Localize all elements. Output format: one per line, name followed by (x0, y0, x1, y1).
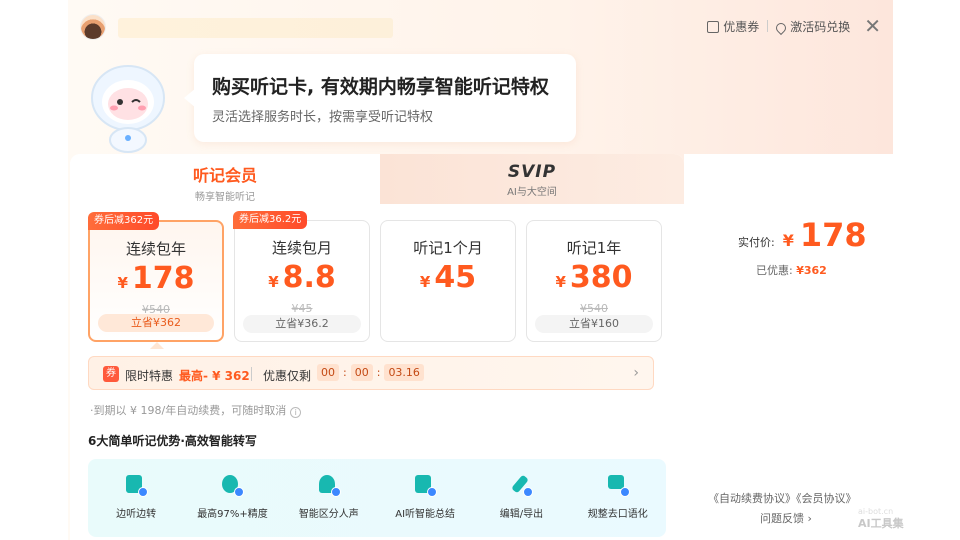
top-bar: 优惠券 激活码兑换 ✕ (68, 0, 893, 52)
feature-item: 智能区分人声 (281, 459, 377, 537)
plan-price: ¥45 (419, 260, 477, 295)
headline-bubble: 购买听记卡, 有效期内畅享智能听记特权 灵活选择服务时长，按需享受听记特权 (184, 54, 576, 142)
feature-item: AI听智能总结 (377, 459, 473, 537)
original-price: ¥540 (580, 302, 608, 315)
savings-label: 立省¥362 (98, 314, 214, 332)
plan-card-yearly-auto[interactable]: 券后减362元 连续包年 ¥178 ¥540 立省¥362 (88, 212, 224, 342)
auto-renew-note: ·到期以 ¥ 198/年自动续费，可随时取消 i (90, 402, 302, 418)
tab-tingji-member[interactable]: 听记会员 畅享智能听记 (70, 154, 380, 208)
plan-card-monthly-auto[interactable]: 券后减36.2元 连续包月 ¥8.8 ¥45 立省¥36.2 (233, 211, 370, 342)
payment-summary: 实付价: ¥ 178 已优惠: ¥362 《自动续费协议》《会员协议》 问题反馈… (684, 154, 893, 540)
purchase-dialog: 优惠券 激活码兑换 ✕ 购买听记卡, 有效期内畅享智能听记特权 灵活选择服务时长… (68, 0, 893, 540)
plan-price: ¥8.8 (268, 260, 336, 295)
info-icon[interactable]: i (290, 407, 302, 418)
feature-item: 规整去口语化 (570, 459, 666, 537)
close-icon[interactable]: ✕ (864, 16, 881, 36)
plan-card-one-year[interactable]: 听记1年 ¥380 ¥540 立省¥160 (526, 220, 662, 342)
limited-offer-banner[interactable]: 券 限时特惠 最高- ¥ 362 优惠仅剩 00 : 00 : 03.16 › (88, 356, 654, 390)
plan-price: ¥178 (117, 261, 195, 296)
pointer-arrow (150, 342, 164, 349)
feature-item: 编辑/导出 (473, 459, 569, 537)
screen: 优惠券 激活码兑换 ✕ 购买听记卡, 有效期内畅享智能听记特权 灵活选择服务时长… (0, 0, 960, 540)
record-icon (124, 473, 149, 497)
headline-subtitle: 灵活选择服务时长，按需享受听记特权 (212, 110, 434, 125)
discount-amount: 已优惠: ¥362 (756, 264, 827, 277)
text-icon (606, 473, 630, 497)
blurred-username (118, 18, 393, 38)
feature-item: 边听边转 (88, 459, 184, 537)
feature-item: 最高97%+精度 (184, 459, 280, 537)
chevron-right-icon: › (633, 365, 639, 381)
redeem-code-link[interactable]: 激活码兑换 (774, 18, 850, 35)
coupon-icon (707, 20, 720, 33)
agreement-links[interactable]: 《自动续费协议》《会员协议》 (708, 490, 857, 506)
edit-icon (509, 473, 534, 497)
savings-label: 立省¥160 (535, 315, 653, 333)
diamond-icon (774, 20, 789, 35)
divider (767, 20, 769, 32)
coupon-link[interactable]: 优惠券 (707, 18, 759, 35)
coupon-badge-icon: 券 (103, 366, 119, 382)
plan-panel: SVIP AI与大空间 听记会员 畅享智能听记 券后减362元 连续包年 ¥17… (70, 154, 684, 540)
feedback-link[interactable]: 问题反馈 › (760, 510, 812, 526)
plan-list: 券后减362元 连续包年 ¥178 ¥540 立省¥362 券后减36.2元 连… (86, 211, 666, 342)
plan-price: ¥380 (555, 260, 633, 295)
plan-card-one-month[interactable]: 听记1个月 ¥45 (380, 220, 516, 342)
top-links: 优惠券 激活码兑换 ✕ (707, 16, 881, 36)
paid-price: 实付价: ¥ 178 (738, 216, 867, 254)
ai-doc-icon (413, 473, 438, 497)
target-icon (220, 473, 245, 497)
advantages-title: 6大简单听记优势·高效智能转写 (88, 434, 257, 448)
astronaut-mascot-icon (91, 65, 165, 153)
tab-svip[interactable]: SVIP AI与大空间 (380, 154, 684, 204)
discount-tag: 券后减36.2元 (233, 211, 308, 229)
watermark-logo: ai-bot.cn AI工具集 (858, 507, 904, 530)
feature-list: 边听边转 最高97%+精度 智能区分人声 AI听智能总结 编辑/导出 规整去口语… (88, 459, 666, 537)
countdown-timer: 00 : 00 : 03.16 (317, 364, 424, 381)
savings-label: 立省¥36.2 (243, 315, 361, 333)
headline-title: 购买听记卡, 有效期内畅享智能听记特权 (212, 76, 549, 98)
avatar[interactable] (80, 14, 106, 40)
discount-tag: 券后减362元 (88, 212, 160, 230)
speaker-icon (317, 473, 341, 497)
original-price: ¥45 (291, 302, 313, 315)
